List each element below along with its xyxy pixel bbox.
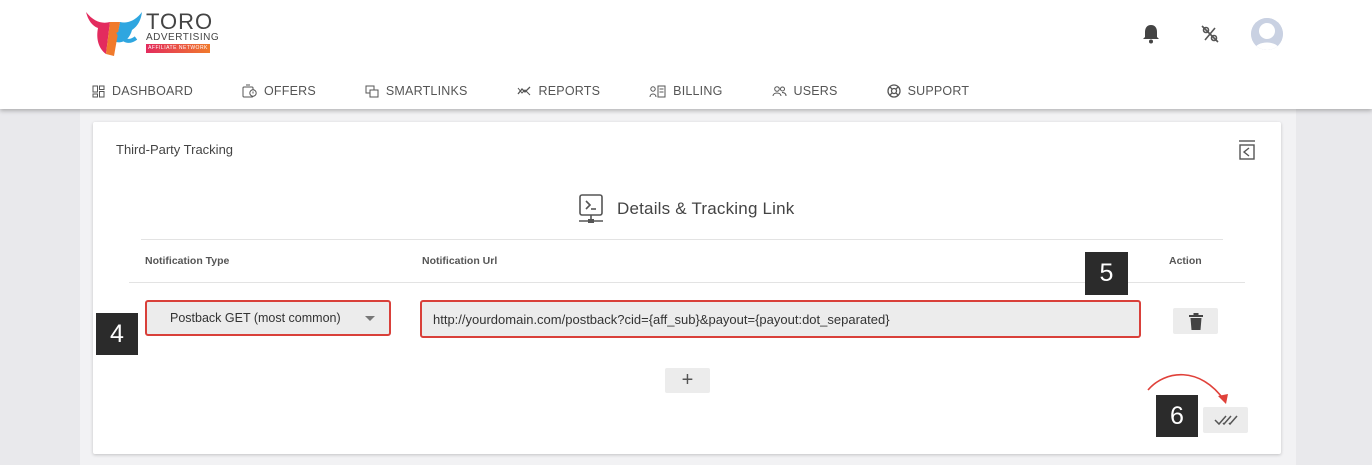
- bell-icon[interactable]: [1137, 20, 1165, 48]
- brand-sub: ADVERTISING: [146, 32, 220, 43]
- logo-wordmark: TORO ADVERTISING AFFILIATE NETWORK: [146, 9, 220, 53]
- nav-offers-label: OFFERS: [263, 84, 316, 98]
- notification-type-value: Postback GET (most common): [170, 311, 341, 325]
- step-badge-5: 5: [1085, 252, 1128, 295]
- nav-billing[interactable]: BILLING: [649, 80, 722, 102]
- col-header-url: Notification Url: [422, 255, 498, 267]
- nav-dashboard-label: DASHBOARD: [112, 84, 193, 98]
- section-title: Details & Tracking Link: [617, 199, 795, 218]
- nav-billing-label: BILLING: [673, 84, 723, 98]
- divider-header: [129, 282, 1245, 283]
- nav-support-label: SUPPORT: [907, 84, 970, 98]
- nav-support[interactable]: SUPPORT: [886, 80, 970, 102]
- add-row-button[interactable]: +: [665, 368, 710, 393]
- chevron-down-icon: [365, 316, 375, 321]
- dashboard-icon: [92, 85, 105, 97]
- divider-top: [141, 239, 1223, 240]
- annotation-arrow-icon: [1147, 373, 1228, 404]
- terminal-icon: [579, 194, 603, 223]
- trash-icon: [1188, 312, 1203, 330]
- section-header: Details & Tracking Link: [577, 194, 795, 224]
- users-icon: [772, 86, 786, 97]
- percent-off-icon[interactable]: [1196, 20, 1224, 48]
- delete-row-button[interactable]: [1173, 308, 1218, 334]
- notification-type-select[interactable]: Postback GET (most common): [145, 300, 391, 336]
- nav-reports-label: REPORTS: [538, 84, 601, 98]
- main-nav: DASHBOARD OFFERS SMARTLINKS REPORTS BILL…: [92, 80, 1018, 102]
- nav-users-label: USERS: [793, 84, 838, 98]
- double-check-icon: [1213, 415, 1238, 426]
- billing-icon: [649, 85, 666, 97]
- support-icon: [886, 84, 901, 98]
- col-header-action: Action: [1169, 255, 1202, 267]
- card-title: Third-Party Tracking: [116, 142, 234, 157]
- save-button[interactable]: [1203, 407, 1248, 433]
- col-header-type: Notification Type: [145, 255, 230, 267]
- nav-smartlinks[interactable]: SMARTLINKS: [365, 80, 468, 102]
- top-header: TORO ADVERTISING AFFILIATE NETWORK DASHB…: [0, 0, 1372, 109]
- notification-url-input[interactable]: http://yourdomain.com/postback?cid={aff_…: [420, 300, 1141, 338]
- plus-icon: +: [681, 369, 694, 391]
- nav-smartlinks-label: SMARTLINKS: [385, 84, 468, 98]
- collapse-icon[interactable]: [1237, 139, 1257, 161]
- nav-users[interactable]: USERS: [772, 80, 838, 102]
- brand-name: TORO: [146, 9, 214, 34]
- user-avatar-icon[interactable]: [1251, 18, 1283, 50]
- notification-url-value: http://yourdomain.com/postback?cid={aff_…: [433, 311, 890, 327]
- nav-dashboard[interactable]: DASHBOARD: [92, 80, 193, 102]
- brand-strip: AFFILIATE NETWORK: [146, 44, 210, 53]
- reports-icon: [517, 86, 531, 96]
- nav-offers[interactable]: OFFERS: [242, 80, 316, 102]
- nav-reports[interactable]: REPORTS: [517, 80, 601, 102]
- step-badge-4: 4: [96, 313, 138, 355]
- offers-icon: [242, 84, 257, 98]
- logo-mark-icon: [86, 12, 142, 56]
- smartlinks-icon: [365, 85, 379, 97]
- brand-logo[interactable]: TORO ADVERTISING AFFILIATE NETWORK: [84, 8, 219, 58]
